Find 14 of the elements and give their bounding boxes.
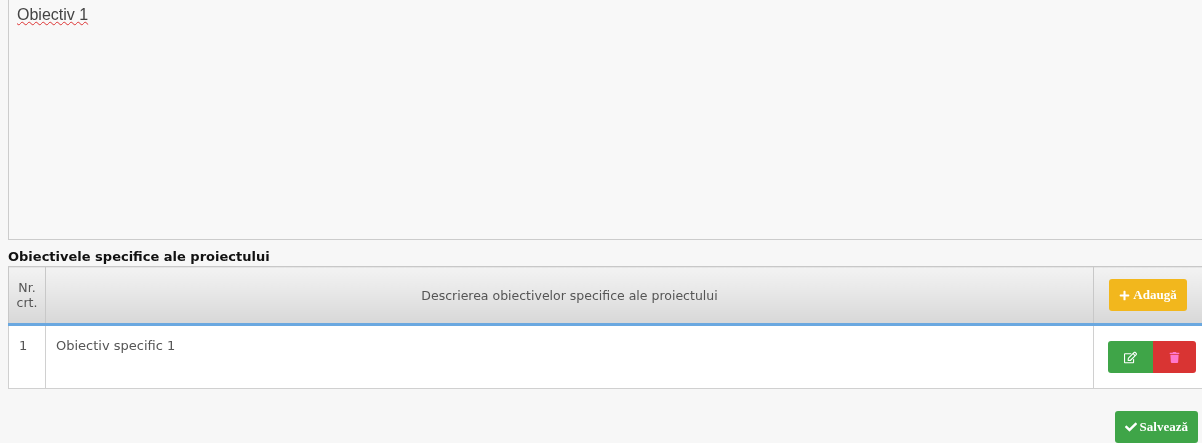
table-cell: 1	[8, 324, 46, 389]
save-button[interactable]: Salvează	[1114, 411, 1198, 443]
objective-field[interactable]: Obiectiv 1	[8, 0, 1202, 240]
table-cell: Obiectiv specific 1	[45, 324, 1094, 389]
edit-icon	[1124, 350, 1137, 364]
check-icon	[1124, 421, 1137, 433]
column-header: Nr. crt.	[8, 266, 46, 325]
section-title: Obiectivele specifice ale proiectului	[8, 248, 271, 266]
trash-icon	[1169, 351, 1180, 363]
column-header: Descrierea obiectivelor specifice ale proiectului	[45, 266, 1094, 325]
add-button[interactable]: Adaugă	[1109, 279, 1187, 311]
edit-button[interactable]	[1108, 341, 1153, 373]
plus-icon	[1119, 289, 1131, 301]
delete-button[interactable]	[1153, 341, 1196, 373]
